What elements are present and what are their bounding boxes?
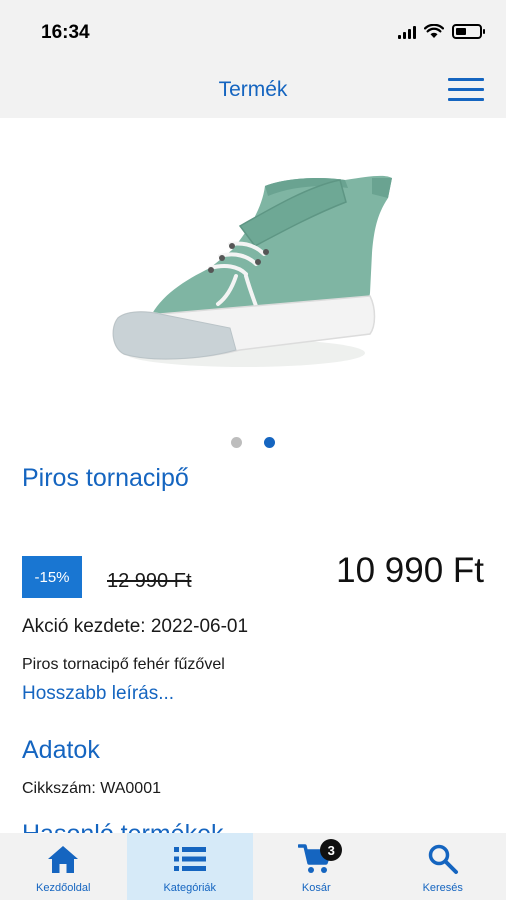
app-header: Termék <box>0 62 506 118</box>
menu-button[interactable] <box>448 76 484 104</box>
status-bar: 16:34 <box>0 0 506 62</box>
cellular-signal-icon <box>398 25 416 39</box>
battery-icon <box>452 24 485 39</box>
short-description: Piros tornacipő fehér fűzővel <box>22 656 225 673</box>
sku-text: Cikkszám: WA0001 <box>22 780 161 797</box>
sale-start-date: Akció kezdete: 2022-06-01 <box>22 616 249 637</box>
product-image[interactable] <box>0 118 506 418</box>
nav-cart[interactable]: 3 Kosár <box>253 833 380 900</box>
nav-home-label: Kezdőoldal <box>36 882 91 894</box>
status-icons <box>398 24 485 39</box>
nav-search[interactable]: Keresés <box>380 833 506 900</box>
status-time: 16:34 <box>41 22 90 43</box>
more-description-link[interactable]: Hosszabb leírás... <box>22 683 174 705</box>
page-title: Termék <box>218 78 288 101</box>
nav-cart-label: Kosár <box>301 882 331 894</box>
bottom-navigation: Kezdőoldal Kategóriák 3 Kosár Keresés <box>0 833 506 900</box>
home-icon <box>46 843 80 875</box>
product-title: Piros tornacipő <box>22 464 189 492</box>
cart-icon: 3 <box>298 839 343 875</box>
image-carousel-dots <box>0 437 506 448</box>
cart-count-badge: 3 <box>320 839 343 861</box>
nav-categories[interactable]: Kategóriák <box>126 833 253 900</box>
discount-badge: -15% <box>22 556 82 598</box>
carousel-dot-active[interactable] <box>264 437 275 448</box>
hamburger-menu-icon <box>448 78 484 81</box>
wifi-icon <box>424 24 444 38</box>
nav-home[interactable]: Kezdőoldal <box>0 833 127 900</box>
details-section-title: Adatok <box>22 736 100 764</box>
nav-search-label: Keresés <box>422 882 463 894</box>
old-price: 12 990 Ft <box>107 570 192 592</box>
carousel-dot[interactable] <box>231 437 242 448</box>
nav-categories-label: Kategóriák <box>163 882 217 894</box>
list-icon <box>173 843 206 875</box>
search-icon <box>427 843 459 875</box>
current-price: 10 990 Ft <box>336 551 484 590</box>
